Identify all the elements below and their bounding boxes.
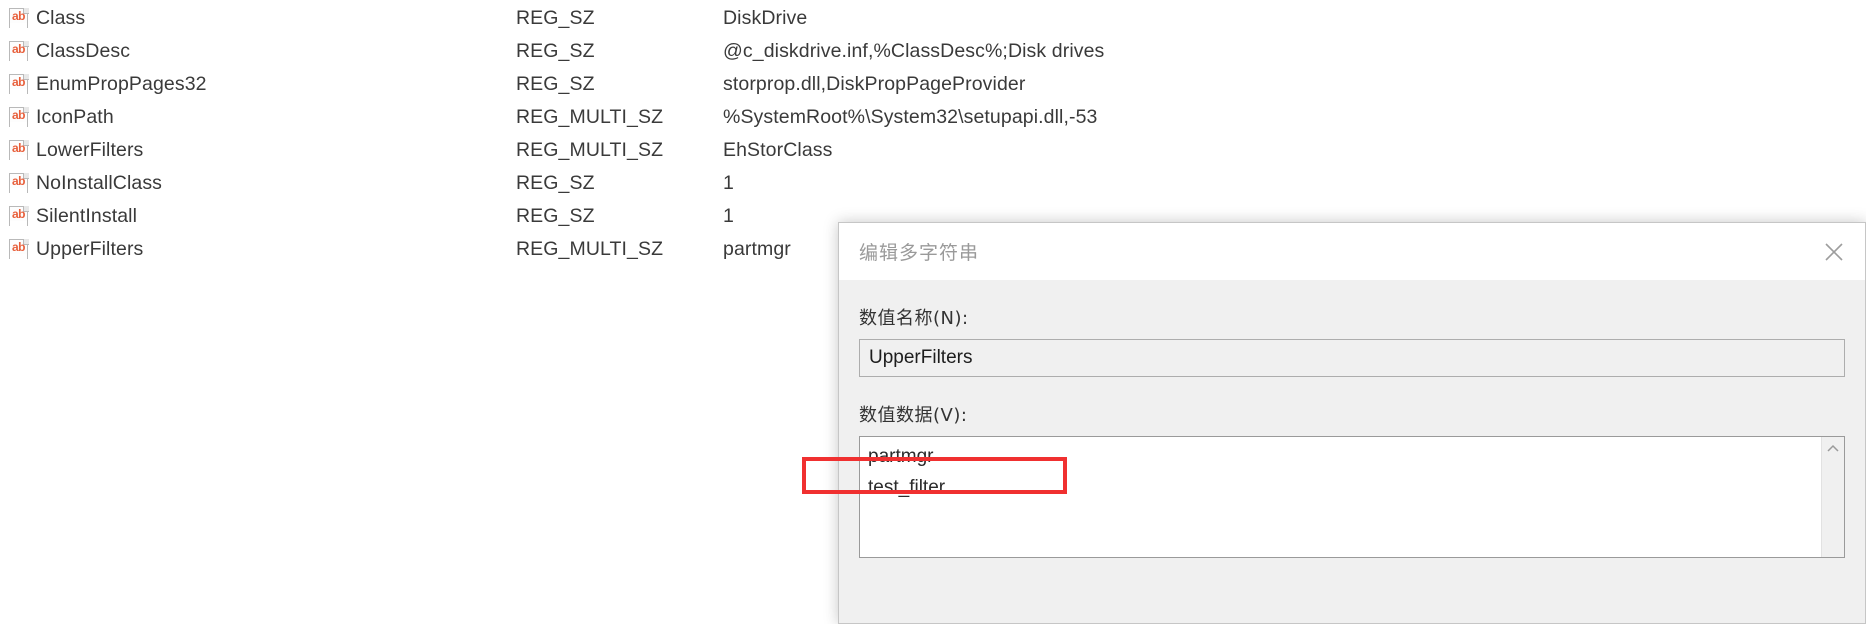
textarea-scrollbar[interactable] (1821, 437, 1844, 557)
edit-multi-string-dialog: 编辑多字符串 数值名称(N): UpperFilters 数值数据(V): pa… (838, 222, 1866, 624)
string-value-icon: ab (8, 139, 30, 161)
table-row[interactable]: ab EnumPropPages32 REG_SZ storprop.dll,D… (0, 68, 1866, 100)
dialog-body: 数值名称(N): UpperFilters 数值数据(V): partmgr t… (839, 304, 1865, 623)
value-name: IconPath (36, 105, 114, 128)
value-data-line: partmgr (868, 446, 934, 467)
dialog-titlebar[interactable]: 编辑多字符串 (839, 223, 1865, 280)
value-name: Class (36, 6, 86, 29)
value-name-label: 数值名称(N): (859, 308, 969, 329)
value-type: REG_SZ (516, 204, 595, 227)
value-data-textarea-content[interactable]: partmgr test_filter (860, 437, 1821, 557)
value-name: EnumPropPages32 (36, 72, 207, 95)
value-name: UpperFilters (36, 237, 144, 260)
value-name: SilentInstall (36, 204, 138, 227)
string-value-icon: ab (8, 172, 30, 194)
scroll-up-button[interactable] (1822, 437, 1844, 459)
value-type: REG_MULTI_SZ (516, 237, 664, 260)
value-data-textarea[interactable]: partmgr test_filter (859, 436, 1845, 558)
close-icon (1825, 242, 1843, 261)
value-type: REG_MULTI_SZ (516, 138, 664, 161)
value-type: REG_SZ (516, 72, 595, 95)
string-value-icon-label: ab (11, 75, 26, 89)
string-value-icon: ab (8, 238, 30, 260)
string-value-icon: ab (8, 40, 30, 62)
value-name-input-text: UpperFilters (869, 347, 973, 368)
value-type: REG_SZ (516, 39, 595, 62)
table-row[interactable]: ab IconPath REG_MULTI_SZ %SystemRoot%\Sy… (0, 101, 1866, 133)
value-name-input[interactable]: UpperFilters (859, 339, 1845, 377)
string-value-icon-label: ab (11, 108, 26, 122)
string-value-icon-label: ab (11, 9, 26, 23)
value-name: ClassDesc (36, 39, 131, 62)
string-value-icon: ab (8, 7, 30, 29)
string-value-icon-label: ab (11, 240, 26, 254)
string-value-icon: ab (8, 73, 30, 95)
string-value-icon: ab (8, 205, 30, 227)
value-data-label: 数值数据(V): (859, 405, 968, 426)
value-type: REG_SZ (516, 6, 595, 29)
string-value-icon-label: ab (11, 207, 26, 221)
table-row[interactable]: ab NoInstallClass REG_SZ 1 (0, 167, 1866, 199)
value-data: %SystemRoot%\System32\setupapi.dll,-53 (723, 105, 1098, 128)
table-row[interactable]: ab LowerFilters REG_MULTI_SZ EhStorClass (0, 134, 1866, 166)
value-data: 1 (723, 171, 734, 194)
string-value-icon-label: ab (11, 42, 26, 56)
value-name: LowerFilters (36, 138, 144, 161)
table-row[interactable]: ab Class REG_SZ DiskDrive (0, 2, 1866, 34)
string-value-icon-label: ab (11, 174, 26, 188)
value-data: DiskDrive (723, 6, 808, 29)
value-data: @c_diskdrive.inf,%ClassDesc%;Disk drives (723, 39, 1105, 62)
value-data: storprop.dll,DiskPropPageProvider (723, 72, 1026, 95)
value-type: REG_SZ (516, 171, 595, 194)
dialog-title: 编辑多字符串 (859, 242, 980, 264)
value-data: EhStorClass (723, 138, 833, 161)
chevron-up-icon (1827, 444, 1839, 452)
value-data-line: test_filter (868, 477, 946, 498)
value-type: REG_MULTI_SZ (516, 105, 664, 128)
close-button[interactable] (1803, 223, 1865, 280)
string-value-icon: ab (8, 106, 30, 128)
string-value-icon-label: ab (11, 141, 26, 155)
value-name: NoInstallClass (36, 171, 163, 194)
table-row[interactable]: ab ClassDesc REG_SZ @c_diskdrive.inf,%Cl… (0, 35, 1866, 67)
